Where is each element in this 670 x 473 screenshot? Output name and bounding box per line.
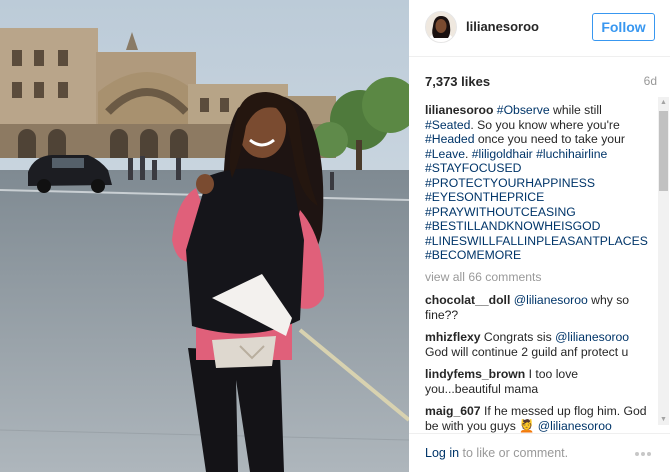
post-photo[interactable] [0,0,409,472]
hashtag-link[interactable]: #PRAYWITHOUTCEASING [425,205,653,220]
login-link[interactable]: Log in [425,446,459,460]
scroll-up-arrow-icon[interactable]: ▲ [658,97,669,108]
comment-username[interactable]: maig_607 [425,404,481,418]
post-username[interactable]: lilianesoroo [466,19,539,34]
comment-username[interactable]: chocolat__doll [425,293,510,307]
view-all-comments-link[interactable]: view all 66 comments [425,270,653,285]
hashtag-link[interactable]: #Observe [497,103,550,117]
hashtag-link[interactable]: #Leave [425,147,465,161]
login-prompt: Log in to like or comment. [425,446,568,460]
hashtag-link[interactable]: #liligoldhair [472,147,533,161]
hashtag-link[interactable]: #STAYFOCUSED [425,161,653,176]
hashtag-link[interactable]: #Headed [425,132,474,146]
comment-text: Congrats sis [480,330,556,344]
hashtag-link[interactable]: #BECOMEMORE [425,248,653,263]
comment-text: God will continue 2 guild anf protect u [425,344,629,359]
likes-count[interactable]: 7,373 likes [425,74,490,89]
post-sidebar: lilianesoroo Follow 7,373 likes 6d lilia… [409,0,670,472]
hashtag-link[interactable]: #PROTECTYOURHAPPINESS [425,176,653,191]
comment-item: mhizflexy Congrats sis @lilianesoroo God… [425,330,653,359]
login-prompt-text: to like or comment. [459,446,569,460]
post-header: lilianesoroo Follow [409,0,670,57]
caption-text: . [464,146,472,161]
comments-scrollbar[interactable]: ▲ ▼ [658,97,669,425]
hashtag-link[interactable]: #Seated [425,118,470,132]
scrollbar-thumb[interactable] [659,111,668,191]
photo-illustration [0,0,409,472]
comment-username[interactable]: lindyfems_brown [425,367,525,381]
caption-text: once you need to take your [474,132,625,146]
caption-text: while still [549,103,602,117]
avatar-image [426,12,456,42]
hashtag-link[interactable]: #BESTILLANDKNOWHEISGOD [425,219,653,234]
caption-username[interactable]: lilianesoroo [425,103,493,117]
massage-emoji-icon: 💆 [519,418,535,433]
hashtag-link[interactable]: #LINESWILLFALLINPLEASANTPLACES [425,234,653,249]
hashtag-link[interactable]: #luchihairline [536,147,607,161]
hashtag-link[interactable]: #EYESONTHEPRICE [425,190,653,205]
post-stats: 7,373 likes 6d [425,74,657,90]
comment-item: lindyfems_brown I too love you...beautif… [425,367,653,396]
scroll-down-arrow-icon[interactable]: ▼ [658,414,669,425]
instagram-post: lilianesoroo Follow 7,373 likes 6d lilia… [0,0,670,472]
mention-link[interactable]: @lilianesoroo [514,293,588,307]
post-footer: Log in to like or comment. [409,433,670,473]
mention-link[interactable]: @lilianesoroo [538,419,612,433]
comment-username[interactable]: mhizflexy [425,330,481,344]
caption: lilianesoroo #Observe while still #Seate… [425,103,653,263]
comment-item: chocolat__doll @lilianesoroo why so fine… [425,293,653,322]
mention-link[interactable]: @lilianesoroo [555,330,629,344]
comment-item: maig_607 If he messed up flog him. God b… [425,404,653,433]
comments-list: lilianesoroo #Observe while still #Seate… [425,103,653,433]
more-options-icon[interactable] [635,452,655,458]
avatar[interactable] [425,11,457,43]
caption-text: . So you know where you're [470,117,620,132]
post-time[interactable]: 6d [644,74,657,88]
follow-button[interactable]: Follow [592,13,655,41]
